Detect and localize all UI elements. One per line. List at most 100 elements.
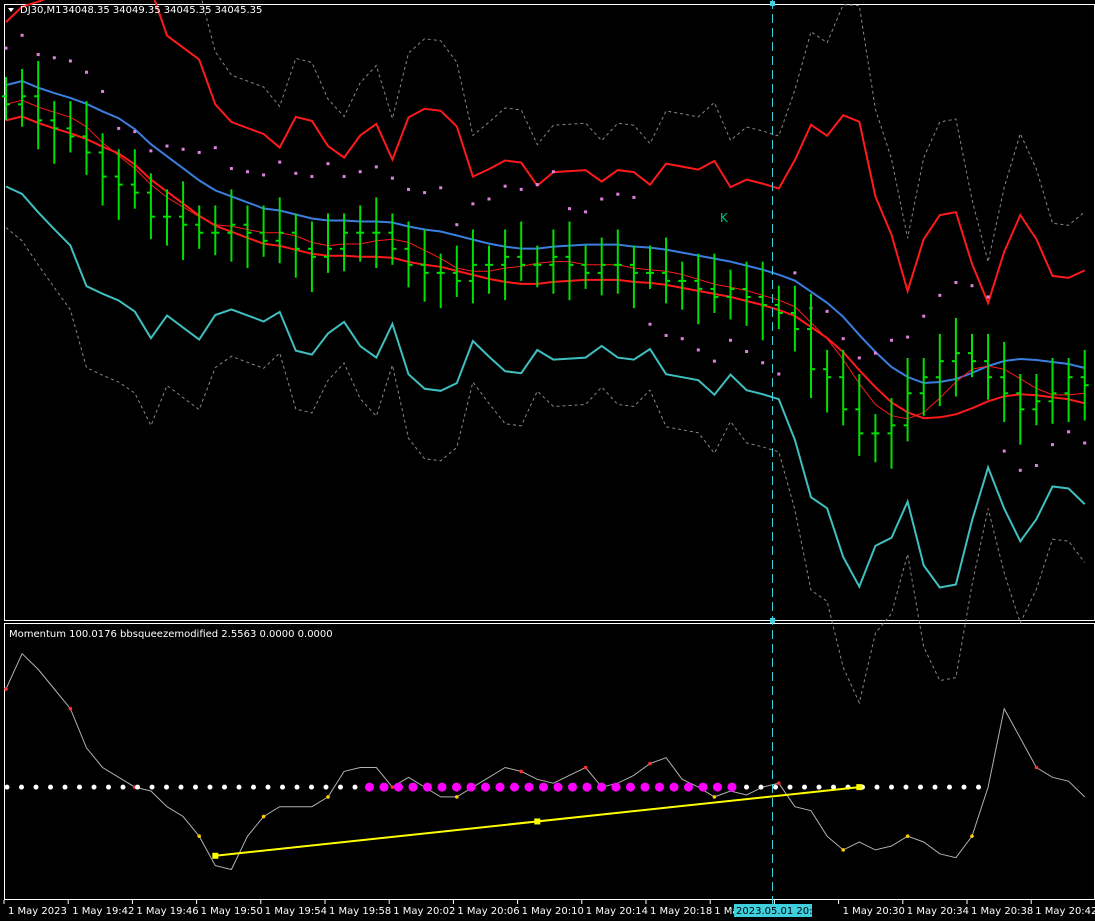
time-label: 1 May 20:30: [843, 906, 905, 917]
sar-dot: [857, 356, 861, 360]
time-label: 1 May 19:50: [201, 906, 263, 917]
sar-dot: [648, 322, 652, 326]
squeeze-on-dot: [626, 782, 635, 792]
sar-dot: [246, 170, 249, 174]
squeeze-off-dot: [106, 784, 111, 790]
squeeze-off-dot: [294, 784, 300, 790]
squeeze-on-dot: [727, 782, 737, 792]
sar-dot: [841, 337, 845, 341]
sar-dot: [745, 350, 749, 354]
squeeze-on-dot: [669, 782, 679, 792]
squeeze-on-dot: [379, 782, 389, 792]
squeeze-off-dot: [91, 784, 97, 790]
indicator-readout: Momentum 100.0176 bbsqueezemodified 2.55…: [9, 629, 333, 640]
crosshair-mid-handle[interactable]: [770, 618, 775, 623]
squeeze-on-dot: [684, 782, 693, 792]
time-label: 1 May 20:14: [586, 906, 648, 917]
sar-dot: [729, 338, 732, 342]
momentum-marker: [712, 795, 717, 799]
squeeze-off-dot: [903, 784, 909, 790]
sar-dot: [20, 33, 24, 37]
squeeze-off-dot: [222, 784, 227, 790]
sar-dot: [85, 70, 88, 74]
sar-dot: [873, 351, 877, 355]
squeeze-on-dot: [510, 782, 519, 792]
sar-dot: [455, 223, 459, 227]
sar-dot: [68, 59, 72, 63]
sar-dot: [117, 126, 121, 130]
squeeze-on-dot: [466, 782, 476, 792]
momentum-marker: [4, 687, 8, 691]
sar-dot: [696, 348, 700, 352]
squeeze-off-dot: [178, 784, 184, 790]
squeeze-on-dot: [437, 782, 447, 792]
squeeze-off-dot: [802, 784, 807, 790]
sar-dot: [551, 170, 555, 174]
sar-dot: [407, 187, 410, 191]
squeeze-on-dot: [394, 782, 403, 792]
chart-canvas[interactable]: 1 May 2023 1 May 19:42 1 May 19:46 1 May 19…: [0, 0, 1095, 921]
time-label: 1 May 20:02: [393, 906, 455, 917]
sar-dot: [825, 309, 829, 313]
triangle-down-icon[interactable]: [8, 8, 14, 12]
squeeze-off-dot: [33, 784, 39, 790]
sar-dot: [1002, 449, 1006, 453]
squeeze-off-dot: [744, 784, 749, 790]
squeeze-off-dot: [947, 784, 952, 790]
momentum-marker: [905, 834, 910, 838]
sar-dot: [712, 359, 716, 363]
sar-dot: [229, 167, 233, 171]
time-label: 1 May 20:38: [971, 906, 1033, 917]
sar-dot: [632, 195, 636, 199]
crosshair-top-handle[interactable]: [770, 1, 775, 6]
squeeze-on-dot: [553, 782, 563, 792]
sar-dot: [986, 295, 990, 299]
momentum-marker: [777, 781, 781, 785]
momentum-line: [5, 652, 1086, 871]
momentum-marker: [68, 706, 73, 711]
squeeze-on-dot: [452, 782, 461, 792]
sar-dot: [906, 335, 910, 339]
sar-dot: [761, 361, 765, 365]
sar-dot: [535, 183, 539, 187]
squeeze-off-dot: [120, 784, 126, 790]
sar-dot: [970, 284, 974, 288]
sar-dot: [390, 176, 394, 180]
signal-marker-k: K: [720, 211, 729, 225]
sar-dot: [52, 56, 56, 60]
sar-dot: [890, 338, 893, 342]
squeeze-off-dot: [4, 784, 10, 790]
sar-dot: [213, 146, 217, 150]
trendline-handle: [856, 784, 863, 791]
squeeze-on-dot: [423, 782, 432, 792]
sar-dot: [342, 175, 346, 179]
sar-dot: [439, 186, 443, 190]
squeeze-on-dot: [640, 782, 650, 792]
squeeze-off-dot: [309, 784, 314, 790]
sar-dot: [471, 202, 475, 206]
sar-dot: [197, 150, 201, 154]
squeeze-off-dot: [976, 784, 981, 790]
squeeze-off-dot: [164, 784, 169, 790]
sar-dot: [262, 173, 266, 177]
momentum-marker: [583, 765, 588, 770]
squeeze-off-dot: [874, 784, 880, 790]
squeeze-off-dot: [323, 784, 329, 790]
squeeze-on-dot: [568, 782, 577, 792]
sar-dot: [922, 314, 926, 318]
squeeze-off-dot: [773, 784, 778, 790]
squeeze-on-dot: [524, 782, 534, 792]
time-label: 1 May 19:46: [136, 906, 198, 917]
sar-dot: [1067, 430, 1071, 434]
sar-dot: [664, 333, 668, 337]
time-label: 1 May 19:58: [329, 906, 391, 917]
sar-dot: [487, 197, 491, 201]
momentum-marker: [261, 814, 266, 819]
squeeze-off-dot: [265, 784, 271, 790]
time-label: 1 May 19:54: [265, 906, 327, 917]
squeeze-off-dot: [816, 784, 822, 790]
time-label: 1 May 19:42: [72, 906, 134, 917]
squeeze-on-dot: [365, 782, 374, 792]
trendline-handle: [534, 818, 541, 825]
squeeze-off-dot: [149, 784, 155, 790]
